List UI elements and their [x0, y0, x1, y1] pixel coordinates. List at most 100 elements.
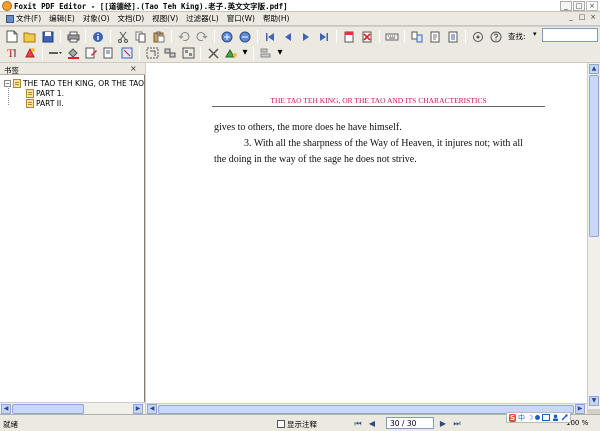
document-vertical-scrollbar[interactable]: ▲ ▼: [587, 63, 600, 409]
shape-dropdown-arrow[interactable]: ▾: [241, 45, 249, 61]
toolbar-separator: [257, 29, 258, 44]
toolbar-separator: [42, 45, 43, 60]
bookmark-icon: [26, 98, 34, 108]
fill-color-button[interactable]: [65, 45, 81, 61]
fit-page-icon: [121, 47, 132, 58]
find-input[interactable]: [542, 28, 598, 42]
toolbar-separator: [253, 45, 254, 60]
toolbar-separator: [171, 29, 172, 44]
scroll-right-icon[interactable]: ▶: [133, 404, 143, 414]
status-first-page-icon[interactable]: ⏮: [352, 418, 364, 429]
delete-page-icon: [362, 31, 372, 42]
menu-filter[interactable]: 过滤器(L): [182, 13, 223, 25]
maximize-button[interactable]: □: [573, 1, 585, 11]
minimize-button[interactable]: _: [560, 1, 572, 11]
first-page-icon: [266, 32, 274, 41]
show-annotations-label: 显示注释: [287, 420, 317, 429]
show-annotations-checkbox[interactable]: [277, 420, 285, 428]
move-tool-button[interactable]: [144, 45, 160, 61]
image-tool-icon: [24, 47, 35, 58]
previous-page-icon: [285, 32, 291, 41]
scroll-right-icon[interactable]: ▶: [575, 404, 585, 414]
bookmark-part-2[interactable]: PART II.: [26, 98, 64, 108]
edit-object-icon: [85, 47, 97, 58]
toolbar-separator: [465, 29, 466, 44]
menu-bar: 文件(F) 编辑(E) 对象(O) 文档(D) 视图(V) 过滤器(L) 窗口(…: [0, 12, 600, 26]
find-dropdown-arrow[interactable]: ▾: [533, 30, 537, 38]
bookmark-part-2-label: PART II.: [36, 98, 64, 108]
bookmark-part-1[interactable]: PART 1.: [26, 88, 64, 98]
select-object-button[interactable]: [101, 45, 117, 61]
status-text: 就绪: [3, 420, 18, 429]
menu-edit[interactable]: 编辑(E): [45, 13, 79, 25]
bookmarks-panel-header: 书签 ×: [0, 63, 145, 75]
paint-bucket-icon: [67, 47, 79, 59]
page-running-header: THE TAO TEH KING, OR THE TAO AND ITS CHA…: [270, 96, 487, 105]
edit-toolbar: T ▾ ▾: [0, 43, 600, 63]
save-disk-icon: [42, 31, 54, 42]
fit-page-button[interactable]: [119, 45, 135, 61]
menu-document[interactable]: 文档(D): [114, 13, 149, 25]
new-file-icon: [6, 30, 18, 43]
arrange-dropdown-arrow[interactable]: ▾: [276, 45, 284, 61]
ime-keyboard-icon[interactable]: [542, 414, 551, 421]
scroll-down-icon[interactable]: ▼: [589, 396, 599, 406]
scroll-left-icon[interactable]: ◀: [1, 404, 11, 414]
ime-user-icon[interactable]: [552, 414, 559, 421]
select-object-icon: [103, 47, 112, 58]
header-rule: [212, 106, 545, 107]
scroll-left-icon[interactable]: ◀: [147, 404, 157, 414]
ime-moon-icon[interactable]: ☽: [527, 414, 533, 422]
line-style-button[interactable]: [47, 45, 63, 61]
add-text-button[interactable]: T: [4, 45, 20, 61]
status-last-page-icon[interactable]: ⏭: [451, 418, 463, 429]
bookmarks-horizontal-scrollbar[interactable]: ◀ ▶: [0, 402, 145, 414]
bookmarks-scroll-thumb[interactable]: [12, 404, 84, 414]
ime-wrench-icon[interactable]: [561, 414, 569, 421]
menu-file[interactable]: 文件(F): [2, 13, 45, 25]
bookmark-root[interactable]: − THE TAO TEH KING, OR THE TAO A: [4, 78, 152, 88]
doc-minimize-button[interactable]: _: [566, 13, 576, 23]
shape-tool-button[interactable]: [223, 45, 239, 61]
menu-object[interactable]: 对象(O): [79, 13, 114, 25]
ime-toolbar[interactable]: S 中 ☽: [506, 412, 572, 423]
group-objects-button[interactable]: [180, 45, 196, 61]
close-button[interactable]: ×: [586, 1, 598, 11]
delete-object-button[interactable]: [205, 45, 221, 61]
scroll-up-icon[interactable]: ▲: [589, 64, 599, 74]
menu-object-label: 对象(O): [82, 14, 110, 23]
next-page-icon: [303, 32, 309, 41]
page-properties-icon: [448, 31, 458, 42]
toolbar-separator: [60, 29, 61, 44]
bookmarks-panel: 书签 × − THE TAO TEH KING, OR THE TAO A PA…: [0, 63, 152, 414]
shape-tool-icon: [224, 48, 237, 57]
document-view[interactable]: THE TAO TEH KING, OR THE TAO AND ITS CHA…: [146, 63, 587, 409]
zoom-in-icon: [221, 31, 233, 42]
align-objects-button[interactable]: [162, 45, 178, 61]
find-options-icon: [473, 31, 483, 42]
doc-restore-button[interactable]: □: [577, 13, 587, 23]
undo-icon: [178, 31, 190, 41]
bookmarks-close-icon[interactable]: ×: [130, 64, 137, 73]
page-number-input[interactable]: 30 / 30: [386, 417, 434, 429]
menu-window-label: 窗口(W): [226, 14, 255, 23]
ime-chinese-mode[interactable]: 中: [518, 413, 525, 423]
menu-file-label: 文件(F): [16, 14, 42, 23]
ime-logo-icon: S: [509, 413, 517, 422]
status-next-page-icon[interactable]: ▶: [437, 418, 449, 429]
menu-help[interactable]: 帮助(H): [259, 13, 294, 25]
add-image-button[interactable]: [22, 45, 38, 61]
menu-view[interactable]: 视图(V): [148, 13, 182, 25]
status-previous-page-icon[interactable]: ◀: [366, 418, 378, 429]
arrange-dropdown-icon: ▾: [277, 46, 283, 58]
foxit-app-icon[interactable]: [2, 1, 12, 11]
doc-close-button[interactable]: ×: [588, 13, 598, 23]
move-tool-icon: [146, 47, 158, 58]
document-scroll-thumb[interactable]: [589, 75, 599, 237]
ime-punctuation-icon[interactable]: [535, 415, 541, 420]
edit-object-button[interactable]: [83, 45, 99, 61]
arrange-button[interactable]: [258, 45, 274, 61]
collapse-icon[interactable]: −: [4, 79, 11, 87]
menu-window[interactable]: 窗口(W): [223, 13, 259, 25]
copy-icon: [135, 31, 146, 42]
